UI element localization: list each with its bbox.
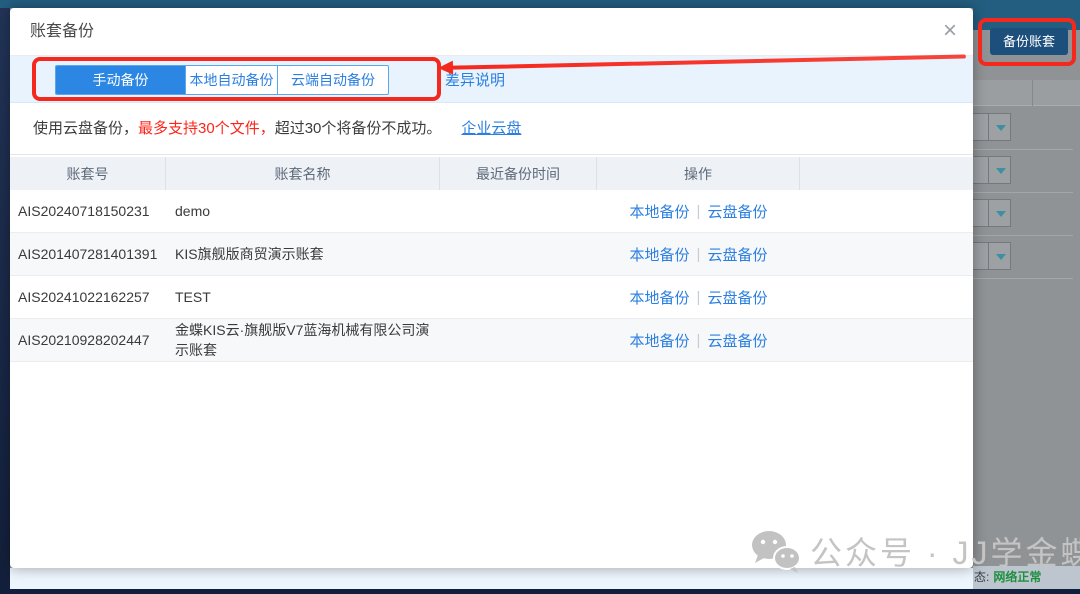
account-name: 金蝶KIS云·旗舰版V7蓝海机械有限公司演示账套 [166, 319, 440, 361]
background-dropdown[interactable] [967, 242, 1011, 270]
account-table: 账套号 账套名称 最近备份时间 操作 AIS20240718150231 dem… [10, 157, 973, 362]
chevron-down-icon [996, 168, 1006, 174]
row-divider [973, 192, 1073, 193]
header-filler [800, 157, 973, 190]
background-table-header [973, 80, 1080, 106]
chevron-down-icon [996, 211, 1006, 217]
dimmed-background-panel: 态: 网络正常 [973, 0, 1080, 594]
action-separator: | [697, 203, 701, 220]
notice-text: 超过30个将备份不成功。 [275, 120, 442, 137]
cloud-backup-link[interactable]: 云盘备份 [707, 330, 767, 351]
action-separator: | [697, 246, 701, 263]
account-id: AIS20210928202447 [10, 319, 166, 361]
account-id: AIS20240718150231 [10, 190, 166, 232]
local-backup-link[interactable]: 本地备份 [630, 330, 690, 351]
last-backup-time [440, 190, 597, 232]
action-separator: | [697, 332, 701, 349]
close-icon[interactable]: × [943, 18, 957, 44]
last-backup-time [440, 319, 597, 361]
row-divider [973, 149, 1073, 150]
local-backup-link[interactable]: 本地备份 [630, 201, 690, 222]
account-id: AIS20241022162257 [10, 276, 166, 318]
notice-highlight: 最多支持30个文件， [138, 120, 275, 137]
difference-explanation-link[interactable]: 差异说明 [445, 69, 505, 90]
background-dropdown[interactable] [967, 199, 1011, 227]
last-backup-time [440, 276, 597, 318]
table-header: 账套号 账套名称 最近备份时间 操作 [10, 157, 973, 190]
table-row: AIS20210928202447 金蝶KIS云·旗舰版V7蓝海机械有限公司演示… [10, 319, 973, 362]
local-backup-link[interactable]: 本地备份 [630, 287, 690, 308]
action-separator: | [697, 289, 701, 306]
row-divider [973, 278, 1073, 279]
column-divider [1032, 80, 1033, 106]
network-status: 态: 网络正常 [973, 566, 1080, 589]
tabs-highlight-annotation [32, 57, 441, 101]
enterprise-cloud-link[interactable]: 企业云盘 [461, 120, 521, 137]
cloud-backup-notice: 使用云盘备份，最多支持30个文件，超过30个将备份不成功。 企业云盘 [10, 103, 973, 155]
local-backup-link[interactable]: 本地备份 [630, 244, 690, 265]
account-name: KIS旗舰版商贸演示账套 [166, 233, 440, 275]
network-status-value: 网络正常 [993, 570, 1041, 584]
chevron-down-icon [996, 254, 1006, 260]
tab-bar: 手动备份 本地自动备份 云端自动备份 差异说明 [10, 56, 973, 103]
background-dropdown[interactable] [967, 113, 1011, 141]
table-row: AIS20241022162257 TEST 本地备份 | 云盘备份 [10, 276, 973, 319]
network-status-label: 态: [974, 570, 989, 584]
account-name: TEST [166, 276, 440, 318]
dialog-title: 账套备份 [30, 8, 94, 56]
header-account-name: 账套名称 [166, 157, 440, 190]
chevron-down-icon [996, 125, 1006, 131]
backup-account-button[interactable]: 备份账套 [990, 28, 1068, 55]
status-bar [10, 568, 973, 589]
table-row: AIS201407281401391 KIS旗舰版商贸演示账套 本地备份 | 云盘备… [10, 233, 973, 276]
cloud-backup-link[interactable]: 云盘备份 [707, 244, 767, 265]
app-left-edge [0, 8, 10, 589]
table-row: AIS20240718150231 demo 本地备份 | 云盘备份 [10, 190, 973, 233]
header-account-id: 账套号 [10, 157, 166, 190]
backup-button-highlight-annotation: 备份账套 [978, 18, 1076, 66]
app-top-bar [0, 0, 1080, 8]
dialog-title-bar: 账套备份 × [10, 8, 973, 56]
last-backup-time [440, 233, 597, 275]
cloud-backup-link[interactable]: 云盘备份 [707, 201, 767, 222]
account-backup-dialog: 账套备份 × 手动备份 本地自动备份 云端自动备份 差异说明 使用云盘备份，最多… [10, 8, 973, 568]
cloud-backup-link[interactable]: 云盘备份 [707, 287, 767, 308]
notice-text: 使用云盘备份， [33, 120, 138, 137]
app-bottom-edge [0, 589, 1080, 594]
background-dropdown[interactable] [967, 156, 1011, 184]
header-last-backup-time: 最近备份时间 [440, 157, 597, 190]
header-operations: 操作 [597, 157, 800, 190]
row-divider [973, 235, 1073, 236]
account-name: demo [166, 190, 440, 232]
account-id: AIS201407281401391 [10, 233, 166, 275]
